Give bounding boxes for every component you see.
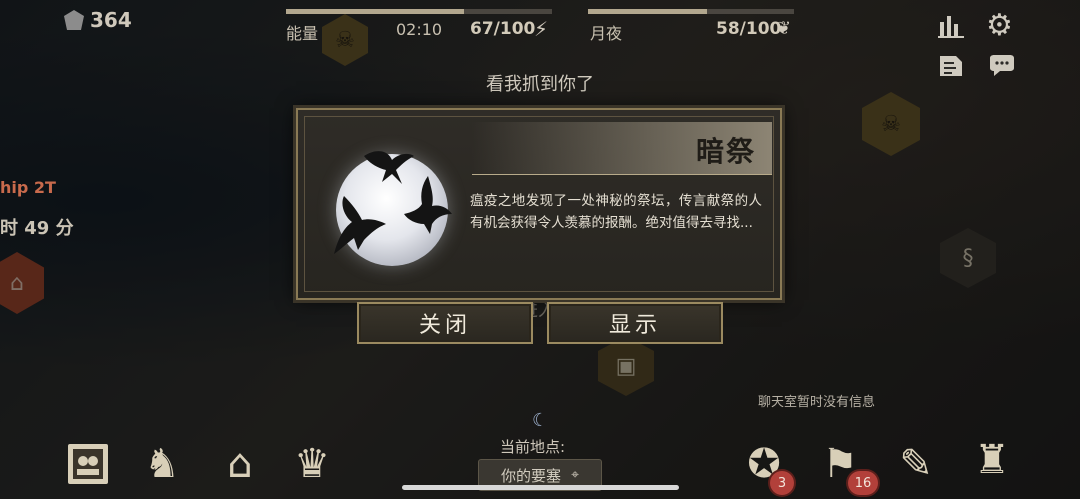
energy-timer: 02:10 — [396, 20, 443, 39]
night-moon-icon: ☾ — [532, 410, 549, 431]
lightning-icon: ⚡ — [534, 17, 549, 41]
show-button[interactable]: 显示 — [547, 302, 723, 344]
event-notice: 看我抓到你了 — [486, 74, 594, 95]
gem-count: 364 — [90, 8, 132, 32]
location-value: 你的要塞 — [501, 466, 562, 485]
energy-label: 能量 — [286, 24, 319, 43]
leaf-icon: ❦ — [776, 18, 792, 39]
dialog-body: 瘟疫之地发现了一处神秘的祭坛，传言献祭的人有机会获得令人羡慕的报酬。绝对值得去寻… — [470, 193, 762, 231]
target-icon[interactable]: ⌖ — [571, 467, 579, 483]
coin-bag-badge: 3 — [770, 471, 794, 495]
energy-bar-fill — [286, 9, 465, 14]
stats-icon[interactable] — [938, 12, 966, 44]
energy-bar — [286, 9, 552, 14]
moonnight-label: 月夜 — [590, 24, 623, 43]
chat-empty-message: 聊天室暂时没有信息 — [758, 395, 876, 410]
scroll-icon[interactable]: ✎ — [890, 438, 942, 490]
moonnight-bar-fill — [588, 9, 708, 14]
moonnight-value: 58/100 — [716, 19, 782, 39]
left-panel-time: 时 49 分 — [0, 218, 74, 239]
dialog-title: 暗祭 — [695, 135, 756, 168]
shield-icon[interactable] — [62, 438, 114, 490]
gem-counter: 364 — [64, 8, 132, 32]
home-indicator[interactable] — [402, 485, 679, 490]
location-label: 当前地点: — [500, 438, 566, 456]
gem-icon — [64, 10, 84, 30]
left-panel-title: hip 2T — [0, 178, 56, 197]
energy-value: 67/100 — [470, 19, 536, 39]
quest-badge: 16 — [848, 471, 878, 495]
gear-icon[interactable]: ⚙ — [986, 8, 1013, 43]
close-button[interactable]: 关闭 — [357, 302, 533, 344]
dark-ritual-dialog: 暗祭 瘟疫之地发现了一处神秘的祭坛，传言献祭的人有机会获得令人羡慕的报酬。绝对值… — [296, 108, 782, 300]
armor-icon[interactable]: ♜ — [966, 430, 1018, 490]
horse-icon[interactable]: ♞ — [136, 438, 188, 490]
house-add-icon[interactable]: ⌂ — [214, 438, 266, 490]
moonnight-bar — [588, 9, 794, 14]
crow-icon — [404, 176, 452, 234]
crown-icon[interactable]: ♛ — [286, 438, 338, 490]
crow-icon — [334, 196, 386, 254]
